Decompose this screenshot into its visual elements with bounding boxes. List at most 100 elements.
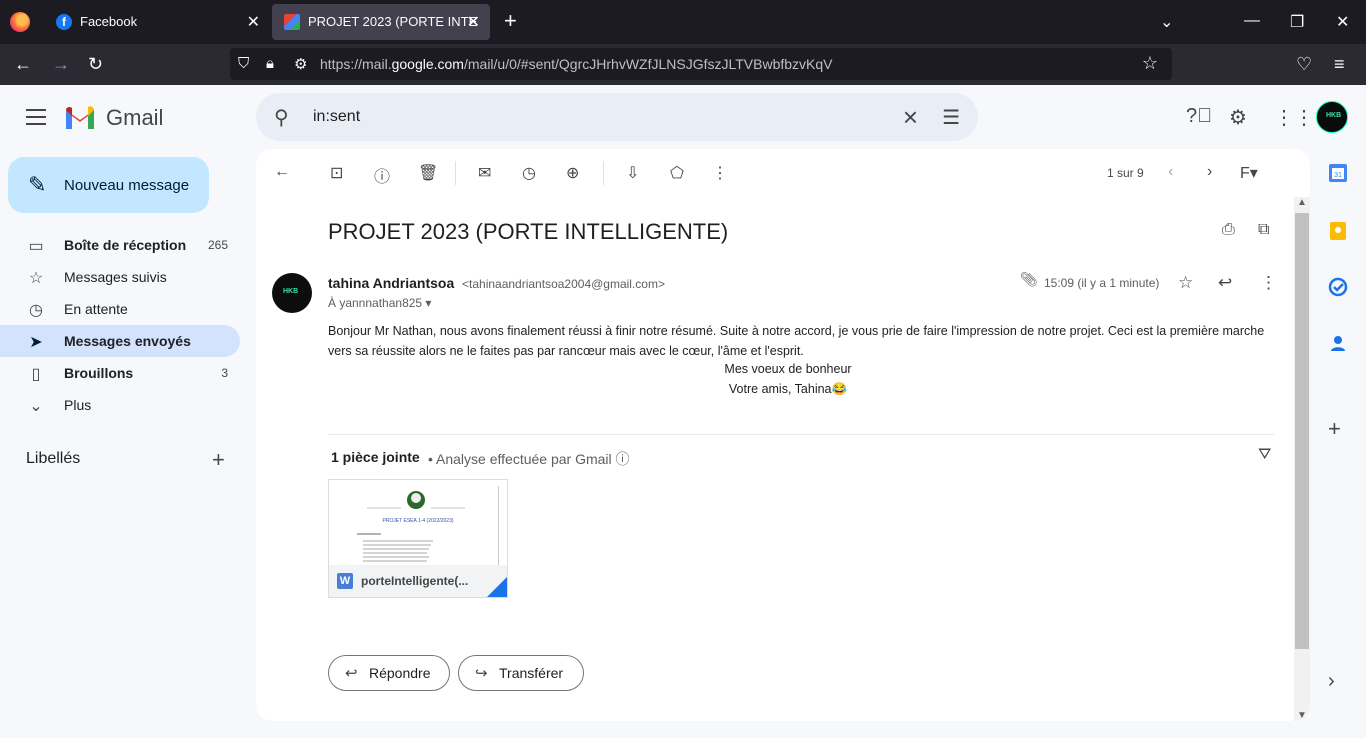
label-icon[interactable]: ⬠ — [670, 163, 684, 183]
firefox-logo-icon[interactable] — [10, 12, 30, 32]
forward-label: Transférer — [499, 665, 564, 681]
forward-icon[interactable]: → — [52, 54, 70, 74]
older-icon[interactable]: › — [1207, 163, 1212, 181]
tab-facebook[interactable]: f Facebook ✕ — [44, 4, 270, 40]
new-tab-button[interactable]: + — [504, 10, 517, 32]
url-text[interactable]: https://mail.google.com/mail/u/0/#sent/Q… — [320, 56, 833, 72]
doc-title-text: PROJET ESEA 1-4 (2022/2023) — [382, 518, 453, 524]
more-options-icon[interactable]: ⋮ — [712, 163, 728, 183]
tab-gmail[interactable]: PROJET 2023 (PORTE INTELLIGEN ✕ — [272, 4, 490, 40]
attachment-footer: W porteIntelligente(... — [329, 565, 507, 597]
unread-count: 265 — [207, 238, 228, 252]
sidebar-item-more[interactable]: ⌄ Plus — [0, 389, 240, 421]
message-time: 15:09 (il y a 1 minute) — [1044, 276, 1160, 290]
reply-icon[interactable]: ↩ — [1218, 273, 1232, 293]
tab-title: Facebook — [80, 14, 138, 29]
scrollbar-thumb[interactable] — [1295, 213, 1309, 649]
search-input[interactable]: in:sent — [313, 108, 360, 126]
sidebar-item-snoozed[interactable]: ◷ En attente — [0, 293, 240, 325]
main-menu-icon[interactable] — [26, 109, 46, 125]
keep-icon[interactable] — [1328, 221, 1348, 241]
sidebar-item-inbox[interactable]: ▭ Boîte de réception 265 — [0, 229, 240, 261]
search-bar[interactable]: ⚲ in:sent × ☰ — [256, 93, 978, 141]
reply-button[interactable]: ↩ Répondre — [328, 655, 450, 691]
scroll-up-icon[interactable]: ▲ — [1297, 197, 1307, 208]
minimize-icon[interactable]: — — [1244, 12, 1260, 30]
attachment-filename: porteIntelligente(... — [361, 574, 469, 588]
sidebar-item-label: Brouillons — [64, 365, 134, 381]
close-tab-icon[interactable]: ✕ — [467, 12, 480, 32]
recipient[interactable]: À yannnathan825 ▾ — [328, 296, 431, 310]
window-close-icon[interactable]: ✕ — [1336, 12, 1349, 32]
browser-tab-bar: f Facebook ✕ PROJET 2023 (PORTE INTELLIG… — [0, 0, 1366, 44]
forward-button[interactable]: ↪ Transférer — [458, 655, 584, 691]
app-menu-icon[interactable]: ≡ — [1334, 54, 1345, 74]
forward-icon: ↪ — [475, 665, 488, 682]
address-bar[interactable]: ⛉ 🔒︎ ⚙︎ https://mail.google.com/mail/u/0… — [230, 48, 1172, 80]
delete-icon[interactable]: 🗑︎ — [418, 163, 438, 183]
contacts-icon[interactable] — [1328, 333, 1348, 353]
facebook-icon: f — [56, 14, 72, 30]
message-more-icon[interactable]: ⋮ — [1260, 273, 1277, 293]
attachment-clip-icon: 📎︎ — [1020, 271, 1038, 287]
compose-button[interactable]: ✎ Nouveau message — [8, 157, 209, 213]
gmail-logo-icon[interactable] — [64, 105, 96, 129]
bookmark-star-icon[interactable]: ☆ — [1142, 53, 1158, 74]
inbox-icon: ▭ — [28, 238, 44, 255]
newer-icon[interactable]: ‹ — [1168, 163, 1173, 181]
message-scrollbar[interactable]: ▲ ▼ — [1294, 197, 1310, 721]
expand-panel-icon[interactable]: › — [1328, 671, 1348, 691]
settings-gear-icon[interactable]: ⚙ — [1229, 105, 1247, 130]
back-to-list-icon[interactable]: ← — [274, 163, 290, 181]
sender-avatar[interactable]: HKB — [272, 273, 312, 313]
mark-unread-icon[interactable]: ✉ — [478, 163, 491, 183]
labels-heading: Libellés — [26, 450, 81, 467]
restore-icon[interactable]: ❐ — [1290, 12, 1304, 32]
account-avatar[interactable]: HKB — [1316, 101, 1348, 133]
back-icon[interactable]: ← — [14, 54, 32, 74]
tasks-icon[interactable] — [1328, 277, 1348, 297]
sidebar-item-label: En attente — [64, 301, 128, 317]
input-tools-icon[interactable]: F▾ — [1240, 163, 1258, 183]
print-icon[interactable]: ⎙ — [1222, 221, 1235, 239]
permissions-icon[interactable]: ⚙︎ — [294, 55, 307, 73]
toolbar-divider — [455, 161, 456, 185]
sidebar-item-starred[interactable]: ☆ Messages suivis — [0, 261, 240, 293]
help-icon[interactable]: ?⃝ — [1186, 105, 1212, 128]
shield-icon[interactable]: ⛉ — [238, 55, 249, 72]
reload-icon[interactable]: ↻ — [88, 54, 103, 74]
add-task-icon[interactable]: ⊕ — [566, 163, 579, 183]
clock-icon: ◷ — [29, 302, 43, 319]
add-addon-icon[interactable]: + — [1328, 418, 1348, 440]
word-doc-icon: W — [337, 573, 353, 589]
add-to-drive-icon[interactable]: ⛛ — [1258, 446, 1271, 464]
sidebar-item-label: Boîte de réception — [64, 237, 187, 253]
scroll-down-icon[interactable]: ▼ — [1297, 710, 1307, 721]
svg-text:31: 31 — [1334, 172, 1342, 179]
report-spam-icon[interactable]: ⓘ — [374, 163, 390, 187]
add-label-icon[interactable]: + — [212, 447, 225, 473]
sender-email: <tahinaandriantsoa2004@gmail.com> — [462, 277, 665, 291]
search-icon[interactable]: ⚲ — [274, 105, 289, 130]
clear-search-icon[interactable]: × — [903, 102, 918, 133]
chevron-down-icon: ⌄ — [29, 398, 43, 415]
new-window-icon[interactable]: ⧉ — [1258, 221, 1269, 239]
sender-name[interactable]: tahina Andriantsoa — [328, 275, 454, 291]
search-options-icon[interactable]: ☰ — [942, 105, 960, 130]
star-message-icon[interactable]: ☆ — [1178, 273, 1193, 293]
close-tab-icon[interactable]: ✕ — [247, 12, 260, 32]
attachment-card[interactable]: PROJET ESEA 1-4 (2022/2023) W porteIntel… — [328, 479, 508, 598]
lock-icon[interactable]: 🔒︎ — [266, 55, 274, 72]
list-tabs-icon[interactable]: ⌄ — [1160, 12, 1173, 32]
sidebar-item-drafts[interactable]: ▯ Brouillons 3 — [0, 357, 240, 389]
email-signature: Votre amis, Tahina😂 — [728, 382, 848, 396]
archive-icon[interactable]: ⊡ — [330, 163, 343, 183]
draft-count: 3 — [221, 366, 228, 380]
snooze-icon[interactable]: ◷ — [522, 163, 536, 183]
sidebar-item-sent[interactable]: ➤ Messages envoyés — [0, 325, 240, 357]
pocket-icon[interactable]: ♡ — [1296, 54, 1312, 74]
calendar-icon[interactable]: 31 — [1328, 163, 1348, 183]
star-icon: ☆ — [28, 270, 44, 287]
sidebar-item-label: Messages envoyés — [64, 333, 191, 349]
move-to-icon[interactable]: ⇩ — [626, 163, 639, 183]
